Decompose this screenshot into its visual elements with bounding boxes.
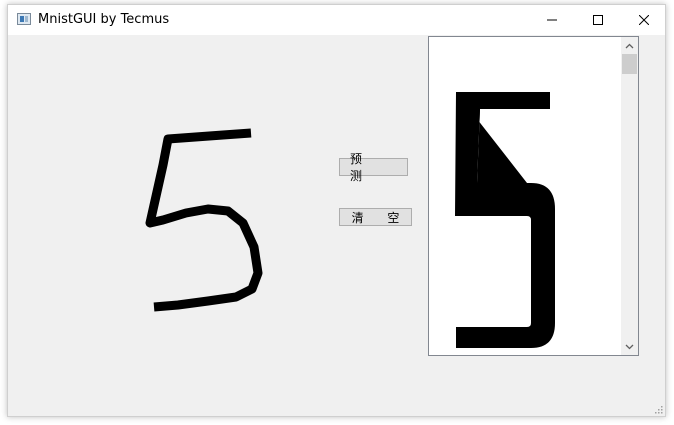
resize-grip-icon[interactable] xyxy=(653,404,663,414)
minimize-icon xyxy=(547,19,557,21)
handwritten-digit-stroke xyxy=(145,128,263,312)
vertical-scrollbar[interactable] xyxy=(621,37,638,355)
maximize-icon xyxy=(593,15,603,25)
app-icon xyxy=(17,13,31,25)
predict-button[interactable]: 预 测 xyxy=(339,152,408,183)
scroll-up-button[interactable] xyxy=(621,37,638,54)
minimize-button[interactable] xyxy=(529,5,575,35)
maximize-button[interactable] xyxy=(575,5,621,35)
predicted-digit-glyph xyxy=(455,92,555,348)
scroll-thumb[interactable] xyxy=(622,54,637,74)
scroll-down-button[interactable] xyxy=(621,338,638,355)
close-button[interactable] xyxy=(621,5,665,35)
result-display: 5 xyxy=(428,36,639,356)
title-bar[interactable]: MnistGUI by Tecmus xyxy=(8,5,665,35)
chevron-down-icon xyxy=(625,344,634,349)
drawing-canvas[interactable] xyxy=(8,35,328,416)
app-window: MnistGUI by Tecmus 预 测 清 空 xyxy=(7,4,666,417)
clear-button[interactable]: 清 空 xyxy=(339,208,412,226)
close-icon xyxy=(639,15,649,25)
window-title: MnistGUI by Tecmus xyxy=(38,12,170,27)
chevron-up-icon xyxy=(625,43,634,48)
